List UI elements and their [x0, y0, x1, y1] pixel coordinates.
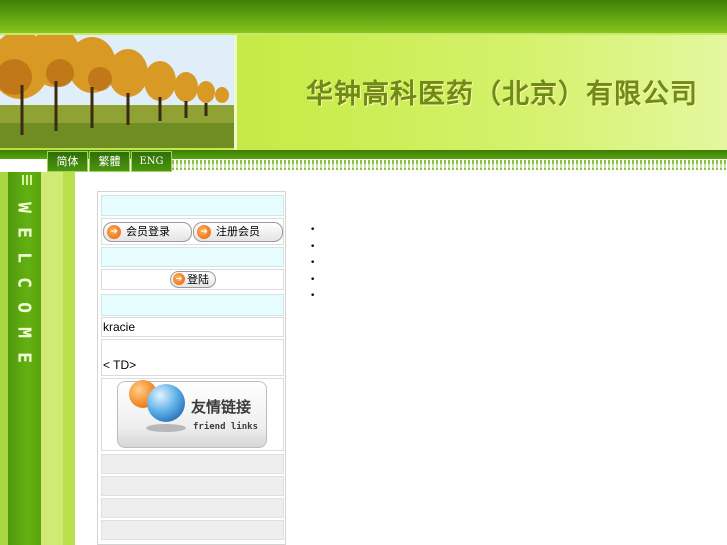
globe-shadow	[146, 424, 186, 432]
empty-row	[101, 454, 284, 474]
left-edge-strip	[0, 172, 8, 545]
friend-links-subtitle: friend links	[193, 422, 259, 432]
friend-links-title: 友情链接	[191, 398, 252, 416]
signin-row: ➜ 登陆	[101, 269, 284, 290]
td-row: < TD>	[101, 339, 284, 376]
lang-tab-english[interactable]: ENG	[131, 151, 172, 172]
member-login-label: 会员登录	[126, 225, 170, 238]
light-green-strip	[41, 172, 63, 545]
panel-info-row	[101, 247, 284, 267]
panel-header-row	[101, 195, 284, 216]
tree-photo	[0, 35, 234, 148]
top-bar	[0, 0, 727, 33]
globe-icon	[147, 384, 185, 422]
mid-green-strip	[63, 172, 75, 545]
empty-row	[101, 476, 284, 496]
lang-tab-simplified[interactable]: 简体	[47, 151, 88, 172]
arrow-right-icon: ➜	[173, 273, 185, 285]
welcome-letter: O	[13, 302, 35, 313]
welcome-letter: C	[13, 277, 35, 288]
welcome-letter: M	[13, 327, 35, 338]
welcome-letter: W	[13, 202, 35, 213]
signin-label: 登陆	[187, 273, 209, 286]
welcome-text: W E L C O M E	[10, 195, 38, 395]
member-login-button[interactable]: ➜ 会员登录	[103, 222, 192, 242]
bullet-item: •	[310, 274, 316, 285]
page: 华钟高科医药（北京）有限公司 简体 繁體 ENG W E L C O M E ➜…	[0, 0, 727, 545]
member-panel: ➜ 会员登录 ➜ 注册会员 ➜ 登陆 kracie < TD>	[97, 191, 286, 545]
bullet-item: •	[310, 291, 316, 301]
empty-row	[101, 498, 284, 518]
kracie-row: kracie	[101, 317, 284, 337]
bullet-item: •	[310, 258, 316, 268]
register-button[interactable]: ➜ 注册会员	[193, 222, 283, 242]
tree-photo-graphic	[0, 35, 234, 148]
td-text: < TD>	[103, 358, 137, 372]
kracie-text: kracie	[103, 320, 136, 334]
arrow-right-icon: ➜	[107, 225, 121, 239]
empty-row	[101, 520, 284, 540]
bullet-list: • • • • •	[310, 225, 370, 308]
welcome-letter: L	[13, 252, 35, 263]
bullet-item: •	[310, 241, 316, 252]
register-label: 注册会员	[216, 225, 260, 238]
arrow-right-icon: ➜	[197, 225, 211, 239]
nav-strip-left	[0, 159, 47, 172]
member-buttons-row: ➜ 会员登录 ➜ 注册会员	[101, 218, 284, 245]
welcome-letter: E	[13, 352, 35, 363]
welcome-letter: E	[13, 227, 35, 238]
nav-strip-dots-overlay	[172, 164, 727, 168]
dots-decoration	[22, 175, 32, 185]
lang-tab-traditional[interactable]: 繁體	[89, 151, 130, 172]
news-header-row	[101, 294, 284, 316]
photo-frame	[234, 35, 237, 150]
company-name: 华钟高科医药（北京）有限公司	[306, 79, 698, 110]
bullet-item: •	[310, 225, 316, 235]
signin-button[interactable]: ➜ 登陆	[170, 271, 216, 288]
